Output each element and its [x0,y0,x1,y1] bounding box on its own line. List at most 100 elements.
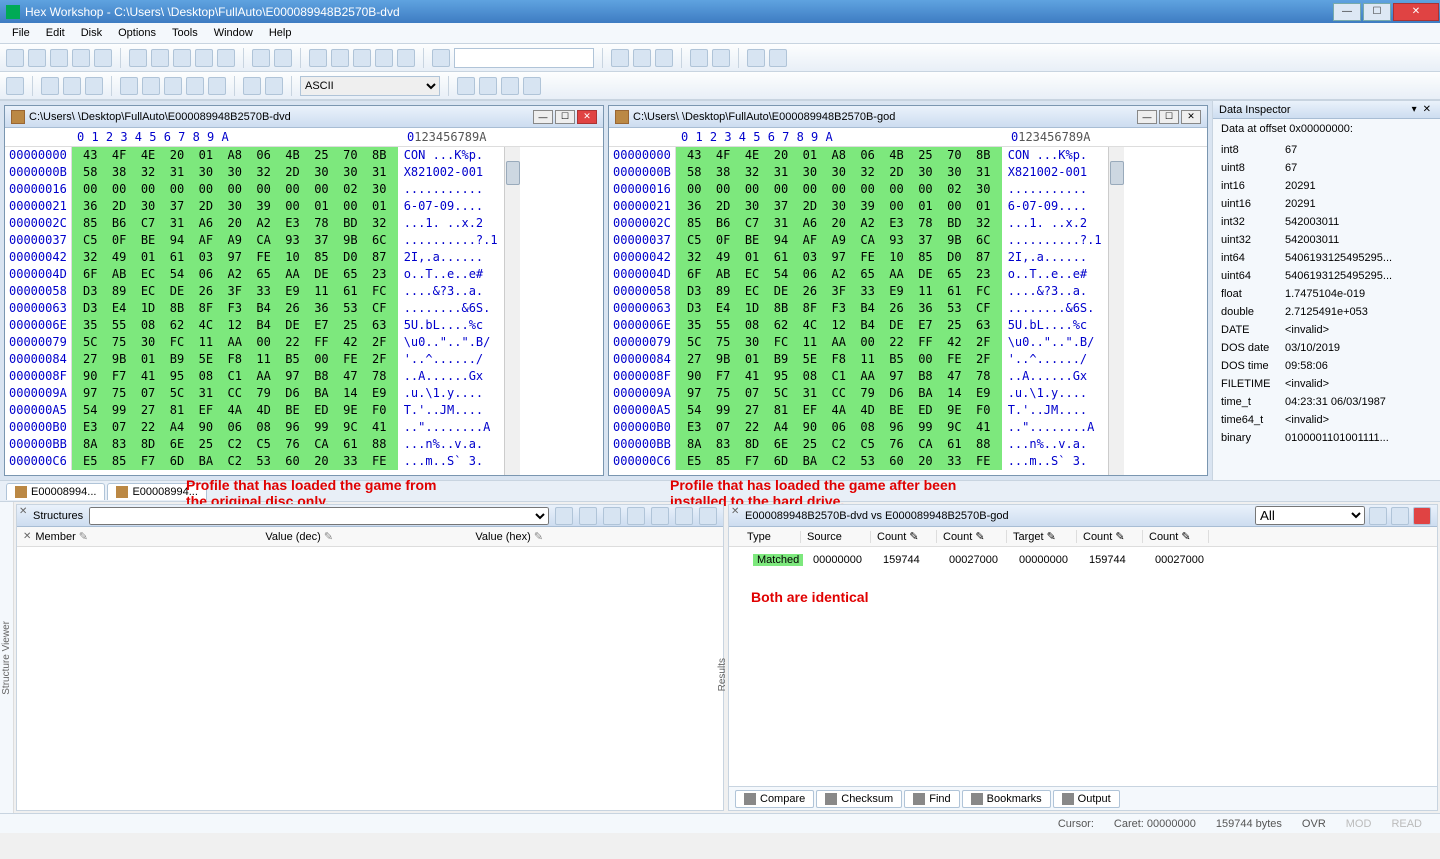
tool2-a[interactable] [6,77,24,95]
inspector-row[interactable]: float1.7475104e-019 [1221,285,1432,303]
tool2-i[interactable] [208,77,226,95]
print-button[interactable] [94,49,112,67]
menu-window[interactable]: Window [206,25,261,41]
scrollbar-left[interactable] [504,147,520,475]
new-button[interactable] [6,49,24,67]
tool-button-k[interactable] [655,49,673,67]
inspector-row[interactable]: binary0100001101001111... [1221,429,1432,447]
hex-content-right[interactable]: 00000000 43 4F 4E 20 01 A8 06 4B 25 70 8… [609,147,1108,475]
undo-button[interactable] [252,49,270,67]
tool2-h[interactable] [186,77,204,95]
struct-row-close[interactable]: ✕ [23,531,31,542]
tool2-g[interactable] [164,77,182,95]
results-tab-find[interactable]: Find [904,790,959,808]
results-tab-compare[interactable]: Compare [735,790,814,808]
pane1-max[interactable]: ☐ [555,110,575,124]
results-btn-a[interactable] [1369,507,1387,525]
menu-edit[interactable]: Edit [38,25,73,41]
tool-button-a[interactable] [195,49,213,67]
nav-last[interactable] [523,77,541,95]
minimize-button[interactable]: — [1333,3,1361,21]
tool2-j[interactable] [243,77,261,95]
pane1-min[interactable]: — [533,110,553,124]
tool-button-i[interactable] [611,49,629,67]
structures-select[interactable] [89,507,549,525]
tool-button-n[interactable] [747,49,765,67]
inspector-row[interactable]: DOS time09:58:06 [1221,357,1432,375]
pane2-close[interactable]: ✕ [1181,110,1201,124]
open-button[interactable] [28,49,46,67]
struct-btn-d[interactable] [627,507,645,525]
scrollbar-right[interactable] [1108,147,1124,475]
inspector-row[interactable]: time_t04:23:31 06/03/1987 [1221,393,1432,411]
nav-first[interactable] [457,77,475,95]
menu-options[interactable]: Options [110,25,164,41]
results-tab-checksum[interactable]: Checksum [816,790,902,808]
struct-btn-e[interactable] [651,507,669,525]
edit-icon[interactable]: ✎ [534,531,543,543]
results-tab-output[interactable]: Output [1053,790,1120,808]
inspector-row[interactable]: int867 [1221,141,1432,159]
close-button[interactable]: ✕ [1393,3,1439,21]
inspector-row[interactable]: double2.7125491e+053 [1221,303,1432,321]
tool-button-m[interactable] [712,49,730,67]
tool-button-b[interactable] [217,49,235,67]
pane1-close[interactable]: ✕ [577,110,597,124]
menu-help[interactable]: Help [261,25,300,41]
results-tab-bookmarks[interactable]: Bookmarks [962,790,1051,808]
pane2-min[interactable]: — [1137,110,1157,124]
inspector-pin-icon[interactable]: ▾ [1409,104,1420,115]
menu-file[interactable]: File [4,25,38,41]
tool-button-j[interactable] [633,49,651,67]
cut-button[interactable] [129,49,147,67]
maximize-button[interactable]: ☐ [1363,3,1391,21]
tool-button-e[interactable] [353,49,371,67]
tool-button-c[interactable] [309,49,327,67]
tool2-f[interactable] [142,77,160,95]
struct-btn-c[interactable] [603,507,621,525]
inspector-row[interactable]: DATE<invalid> [1221,321,1432,339]
copy-button[interactable] [151,49,169,67]
tool2-k[interactable] [265,77,283,95]
edit-icon[interactable]: ✎ [324,531,333,543]
struct-btn-a[interactable] [555,507,573,525]
tool2-d[interactable] [85,77,103,95]
menu-disk[interactable]: Disk [73,25,110,41]
tool-button-g[interactable] [397,49,415,67]
save-button[interactable] [50,49,68,67]
tool2-b[interactable] [41,77,59,95]
tool2-c[interactable] [63,77,81,95]
struct-btn-b[interactable] [579,507,597,525]
file-tab-1[interactable]: E00008994... [6,483,105,500]
inspector-row[interactable]: FILETIME<invalid> [1221,375,1432,393]
address-input[interactable] [454,48,594,68]
inspector-close-icon[interactable]: ✕ [1420,104,1434,115]
results-btn-c[interactable] [1413,507,1431,525]
tool-button-f[interactable] [375,49,393,67]
inspector-row[interactable]: int1620291 [1221,177,1432,195]
tool-button-h[interactable] [432,49,450,67]
inspector-row[interactable]: uint32542003011 [1221,231,1432,249]
pane2-max[interactable]: ☐ [1159,110,1179,124]
inspector-row[interactable]: int645406193125495295... [1221,249,1432,267]
results-filter[interactable]: All [1255,506,1365,525]
menu-tools[interactable]: Tools [164,25,206,41]
edit-icon[interactable]: ✎ [79,531,88,543]
tool-button-o[interactable] [769,49,787,67]
struct-btn-g[interactable] [699,507,717,525]
struct-close-icon[interactable]: ✕ [19,506,27,517]
inspector-row[interactable]: time64_t<invalid> [1221,411,1432,429]
paste-button[interactable] [173,49,191,67]
saveall-button[interactable] [72,49,90,67]
inspector-row[interactable]: uint645406193125495295... [1221,267,1432,285]
results-close-icon[interactable]: ✕ [731,506,739,517]
inspector-row[interactable]: DOS date03/10/2019 [1221,339,1432,357]
hex-content-left[interactable]: 00000000 43 4F 4E 20 01 A8 06 4B 25 70 8… [5,147,504,475]
nav-next[interactable] [501,77,519,95]
results-row[interactable]: Matched 00000000 159744 00027000 0000000… [735,551,1431,569]
tool-button-l[interactable] [690,49,708,67]
tool2-e[interactable] [120,77,138,95]
inspector-row[interactable]: uint867 [1221,159,1432,177]
tool-button-d[interactable] [331,49,349,67]
inspector-row[interactable]: uint1620291 [1221,195,1432,213]
